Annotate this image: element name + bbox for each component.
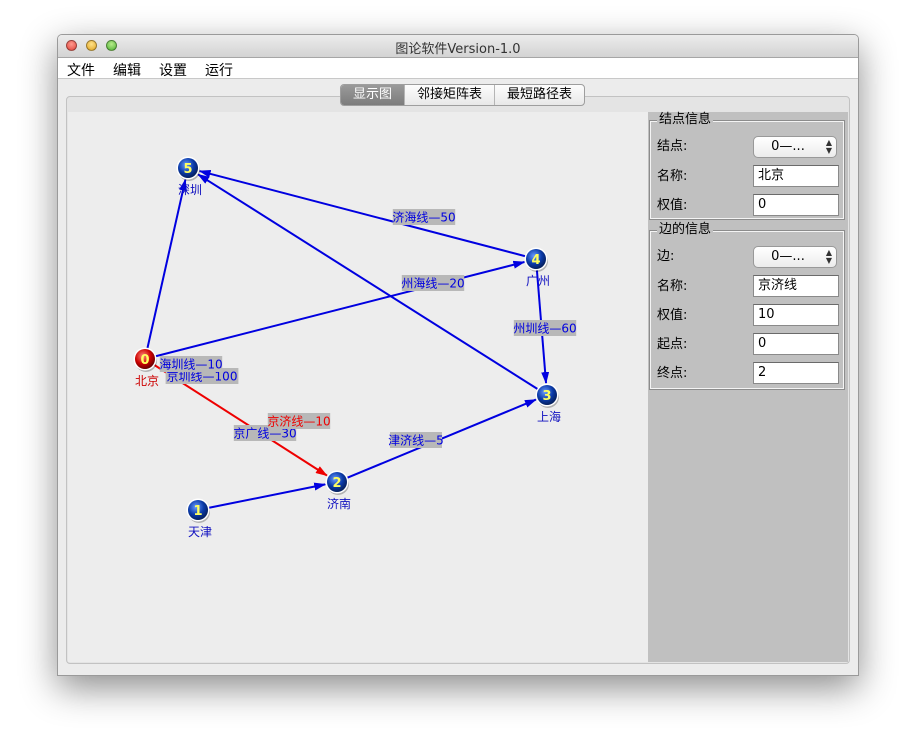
node-name: 北京 (135, 374, 159, 388)
edge-line[interactable] (197, 173, 540, 391)
edge-label-text: 津济线—5 (388, 433, 444, 448)
select-arrows-icon: ▲ ▼ (825, 248, 832, 265)
menu-run[interactable]: 运行 (205, 60, 233, 80)
info-panel: 结点信息 结点: 0—... ▲ ▼ 名称: 北京 权值: 0 边的信息 边: 0… (648, 112, 848, 662)
edge-line[interactable] (198, 169, 527, 258)
menu-settings[interactable]: 设置 (159, 60, 187, 80)
edge-label: 州圳线—60 (513, 320, 577, 336)
tab-bar: 显示图 邻接矩阵表 最短路径表 (340, 84, 586, 106)
graph-node[interactable]: 0 北京 (133, 347, 160, 389)
edge-info-title: 边的信息 (657, 222, 714, 238)
menu-bar: 文件 编辑 设置 运行 (58, 58, 858, 79)
edge-select[interactable]: 0—... ▲ ▼ (753, 246, 837, 268)
edge-label-text: 州海线—20 (401, 276, 464, 291)
tab-show-graph[interactable]: 显示图 (341, 85, 406, 105)
edge-label-text: 京济线—10 (267, 414, 330, 429)
app-window: 图论软件Version-1.0 文件 编辑 设置 运行 显示图 邻接矩阵表 最短… (57, 34, 859, 676)
menu-edit[interactable]: 编辑 (113, 60, 141, 80)
edge-label: 海圳线—10 (159, 356, 223, 372)
edge-select-label: 边: (657, 249, 675, 264)
graph-node[interactable]: 4 广州 (524, 247, 551, 289)
node-id: 5 (183, 162, 192, 177)
edge-label: 州海线—20 (401, 275, 465, 291)
window-title: 图论软件Version-1.0 (395, 42, 521, 57)
node-name: 深圳 (178, 183, 202, 197)
node-id: 1 (193, 504, 202, 519)
node-name-label: 名称: (657, 169, 688, 184)
edge-weight-field[interactable]: 10 (753, 304, 839, 326)
edge-label: 津济线—5 (388, 432, 444, 448)
edge-end-label: 终点: (657, 366, 688, 381)
graph-node[interactable]: 5 深圳 (176, 156, 203, 198)
edge-label-text: 济海线—50 (392, 210, 455, 225)
edge-line[interactable] (146, 178, 187, 350)
node-select[interactable]: 0—... ▲ ▼ (753, 136, 837, 158)
tab-adjacency-matrix[interactable]: 邻接矩阵表 (405, 85, 496, 105)
graph-node[interactable]: 3 上海 (535, 383, 562, 425)
edge-name-label: 名称: (657, 279, 688, 294)
menu-file[interactable]: 文件 (67, 60, 95, 80)
node-info-title: 结点信息 (657, 112, 714, 128)
graph-canvas[interactable]: 京圳线—100 京广线—30 京济线—10 津济线—5 济海线—50 州海线—20 州圳线—… (68, 112, 648, 662)
node-select-label: 结点: (657, 139, 688, 154)
title-bar: 图论软件Version-1.0 (58, 35, 858, 58)
edge-label-text: 海圳线—10 (159, 357, 222, 372)
node-weight-label: 权值: (657, 198, 688, 213)
node-id: 3 (542, 389, 551, 404)
edge-name-field[interactable]: 京济线 (753, 275, 839, 297)
node-name: 上海 (537, 409, 561, 424)
edge-end-field[interactable]: 2 (753, 362, 839, 384)
node-weight-field[interactable]: 0 (753, 194, 839, 216)
node-name: 广州 (526, 274, 550, 288)
tab-shortest-path[interactable]: 最短路径表 (495, 85, 584, 105)
node-id: 4 (531, 253, 540, 268)
node-id: 2 (332, 476, 341, 491)
edge-label: 济海线—50 (392, 209, 456, 225)
select-arrows-icon: ▲ ▼ (825, 138, 832, 155)
node-info-group: 结点信息 结点: 0—... ▲ ▼ 名称: 北京 权值: 0 (649, 112, 845, 220)
node-name: 天津 (188, 525, 212, 539)
node-name-field[interactable]: 北京 (753, 165, 839, 187)
edge-label: 京济线—10 (267, 413, 331, 429)
edge-label-text: 州圳线—60 (513, 322, 576, 336)
edge-line[interactable] (154, 260, 526, 358)
edge-select-value: 0—... (771, 249, 805, 264)
graph-node[interactable]: 2 济南 (325, 470, 352, 512)
edge-start-field[interactable]: 0 (753, 333, 839, 355)
graph-svg: 京圳线—100京广线—30京济线—10津济线—5济海线—50州海线—20州圳线—… (133, 156, 577, 540)
edge-weight-label: 权值: (657, 308, 688, 323)
edge-start-label: 起点: (657, 337, 688, 352)
node-id: 0 (140, 353, 149, 368)
node-select-value: 0—... (771, 139, 805, 154)
node-name: 济南 (327, 496, 351, 511)
edge-info-group: 边的信息 边: 0—... ▲ ▼ 名称: 京济线 权值: 10 起点: 0 终点… (649, 222, 845, 390)
edge-line[interactable] (207, 482, 327, 510)
graph-node[interactable]: 1 天津 (186, 498, 213, 540)
